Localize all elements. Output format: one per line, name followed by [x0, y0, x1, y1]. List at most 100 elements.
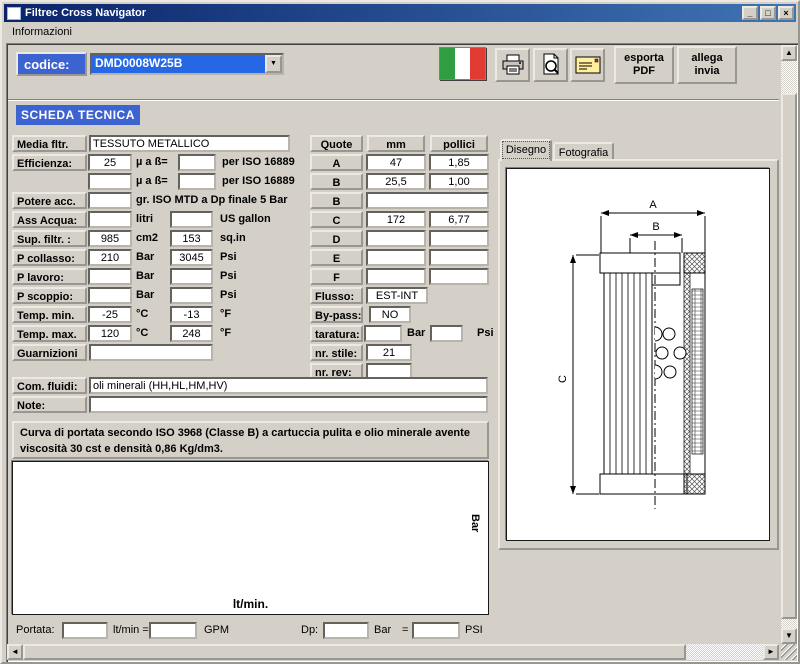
allega-invia-line2: invia: [694, 65, 720, 77]
ass-acqua-unit1: litri: [136, 213, 154, 225]
scroll-up-button[interactable]: ▲: [781, 45, 797, 61]
efficienza2-micron-field[interactable]: [88, 173, 132, 190]
chart-header: Curva di portata secondo ISO 3968 (Class…: [12, 421, 489, 459]
quote-a-pollici-field[interactable]: 1,85: [429, 154, 489, 171]
tab-disegno[interactable]: Disegno: [500, 139, 552, 161]
quote-a-mm-field[interactable]: 47: [366, 154, 426, 171]
quote-f-mm-field[interactable]: [366, 268, 426, 285]
efficienza-beta-field[interactable]: [178, 154, 216, 171]
p-collasso-bar-field[interactable]: 210: [88, 249, 132, 266]
esporta-pdf-line1: esporta: [624, 52, 664, 64]
maximize-button[interactable]: □: [760, 6, 776, 20]
resize-grip[interactable]: [781, 644, 797, 660]
dim-b-label: B: [652, 221, 659, 233]
taratura-bar-field[interactable]: [364, 325, 402, 342]
flusso-field[interactable]: EST-INT: [366, 287, 428, 304]
efficienza-micron-field[interactable]: 25: [88, 154, 132, 171]
preview-button[interactable]: [533, 48, 568, 82]
codice-combobox[interactable]: DMD0008W25B ▼: [90, 53, 284, 75]
p-lavoro-bar-field[interactable]: [88, 268, 132, 285]
scroll-left-button[interactable]: ◄: [7, 644, 23, 660]
dp-bar-field[interactable]: [323, 622, 369, 639]
equals-label: =: [402, 624, 409, 636]
quote-c-mm-field[interactable]: 172: [366, 211, 426, 228]
print-button[interactable]: [495, 48, 530, 82]
chevron-down-icon[interactable]: ▼: [265, 55, 282, 73]
media-fltr-field[interactable]: TESSUTO METALLICO: [89, 135, 290, 152]
efficienza2-beta-field[interactable]: [178, 173, 216, 190]
window-title: Filtrec Cross Navigator: [25, 7, 147, 19]
p-collasso-unit1: Bar: [136, 251, 155, 263]
window-controls: _ □ ×: [740, 6, 796, 20]
com-fluidi-field[interactable]: oli minerali (HH,HL,HM,HV): [89, 377, 488, 394]
quote-c-pollici-field[interactable]: 6,77: [429, 211, 489, 228]
potere-acc-unit: gr. ISO MTD a Dp finale 5 Bar: [136, 194, 288, 206]
ass-acqua-gallon-field[interactable]: [170, 211, 213, 228]
p-collasso-psi-field[interactable]: 3045: [170, 249, 213, 266]
close-button[interactable]: ×: [778, 6, 794, 20]
dp-label: Dp:: [301, 624, 319, 636]
quote-row-e-label: E: [310, 249, 363, 266]
ass-acqua-litri-field[interactable]: [88, 211, 132, 228]
quote-row-a-label: A: [310, 154, 363, 171]
bar-label: Bar: [374, 624, 392, 636]
tab-fotografia[interactable]: Fotografia: [553, 142, 614, 160]
quote-row-d-label: D: [310, 230, 363, 247]
note-field[interactable]: [89, 396, 488, 413]
portata-label: Portata:: [16, 624, 55, 636]
quote-d-mm-field[interactable]: [366, 230, 426, 247]
efficienza-label: Efficienza:: [12, 154, 87, 171]
scroll-down-button[interactable]: ▼: [781, 628, 797, 644]
com-fluidi-label: Com. fluidi:: [12, 377, 87, 394]
allega-invia-button[interactable]: allega invia: [677, 46, 737, 84]
dp-psi-field[interactable]: [412, 622, 460, 639]
portata-field[interactable]: [62, 622, 108, 639]
guarnizioni-label: Guarnizioni: [12, 344, 87, 361]
guarnizioni-field[interactable]: [89, 344, 213, 361]
esporta-pdf-line2: PDF: [633, 65, 655, 77]
temp-min-f-field[interactable]: -13: [170, 306, 213, 323]
temp-max-label: Temp. max.: [12, 325, 87, 342]
temp-max-f-field[interactable]: 248: [170, 325, 213, 342]
p-lavoro-psi-field[interactable]: [170, 268, 213, 285]
sup-filtr-unit1: cm2: [136, 232, 159, 244]
quote-b2-wide-field[interactable]: [366, 192, 489, 209]
gpm-field[interactable]: [149, 622, 197, 639]
email-button[interactable]: [570, 48, 605, 82]
chart-plot-area: Bar lt/min.: [12, 461, 489, 615]
quote-b-pollici-field[interactable]: 1,00: [429, 173, 489, 190]
temp-max-c-field[interactable]: 120: [88, 325, 132, 342]
temp-min-c-field[interactable]: -25: [88, 306, 132, 323]
esporta-pdf-button[interactable]: esporta PDF: [614, 46, 674, 84]
preview-icon: [543, 53, 559, 75]
chart-ylabel: Bar: [469, 513, 481, 533]
potere-acc-field[interactable]: [88, 192, 132, 209]
psi-label: PSI: [465, 624, 483, 636]
horizontal-scroll-thumb[interactable]: [23, 644, 686, 660]
sup-filtr-sqin-field[interactable]: 153: [170, 230, 213, 247]
menu-item-informazioni[interactable]: Informazioni: [4, 24, 80, 40]
minimize-button[interactable]: _: [742, 6, 758, 20]
quote-f-pollici-field[interactable]: [429, 268, 489, 285]
quote-row-f-label: F: [310, 268, 363, 285]
quote-d-pollici-field[interactable]: [429, 230, 489, 247]
nr-stile-field[interactable]: 21: [366, 344, 412, 361]
dim-a-label: A: [649, 199, 657, 211]
app-icon: [7, 6, 21, 20]
quote-e-pollici-field[interactable]: [429, 249, 489, 266]
quote-b-mm-field[interactable]: 25,5: [366, 173, 426, 190]
scroll-right-button[interactable]: ►: [763, 644, 779, 660]
p-scoppio-unit1: Bar: [136, 289, 155, 301]
potere-acc-label: Potere acc.: [12, 192, 87, 209]
sup-filtr-cm2-field[interactable]: 985: [88, 230, 132, 247]
p-scoppio-bar-field[interactable]: [88, 287, 132, 304]
p-scoppio-psi-field[interactable]: [170, 287, 213, 304]
bypass-field[interactable]: NO: [369, 306, 411, 323]
taratura-psi-field[interactable]: [430, 325, 463, 342]
efficienza-unit2: per ISO 16889: [222, 156, 295, 168]
gpm-label: GPM: [204, 624, 230, 636]
dim-c-label: C: [557, 375, 569, 383]
mm-header: mm: [367, 135, 425, 152]
vertical-scroll-thumb[interactable]: [781, 93, 797, 619]
quote-e-mm-field[interactable]: [366, 249, 426, 266]
